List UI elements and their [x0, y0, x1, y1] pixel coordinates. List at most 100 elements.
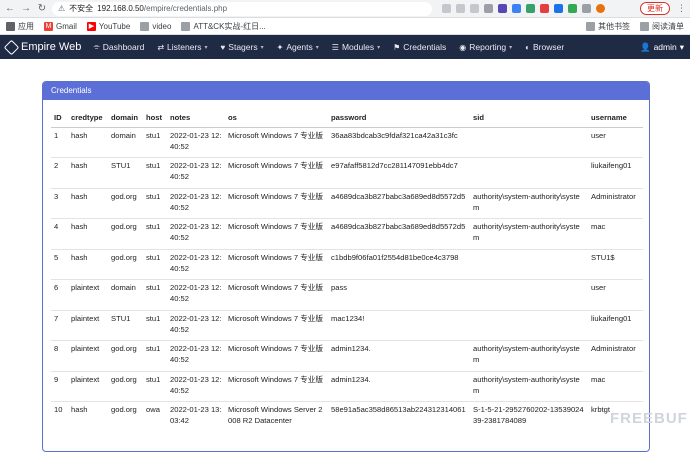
nav-dashboard[interactable]: ⌯ Dashboard [93, 42, 144, 52]
user-name: admin [653, 42, 677, 52]
back-icon[interactable]: ← [4, 3, 16, 15]
bookmark-other[interactable]: 其他书签 [586, 21, 630, 32]
cell-host: owa [143, 401, 167, 432]
folder-icon [181, 21, 191, 31]
extension-icon[interactable] [568, 4, 577, 13]
cell-password: mac1234! [328, 309, 470, 341]
forward-icon[interactable]: → [20, 3, 32, 15]
nav-agents[interactable]: ✦ Agents ▾ [277, 42, 319, 52]
cell-os: Microsoft Windows 7 专业版 [228, 130, 323, 140]
nav-credentials[interactable]: ⚑ Credentials [393, 42, 446, 52]
cell-id: 1 [54, 130, 59, 140]
user-menu[interactable]: 👤 admin ▾ [640, 42, 684, 53]
avatar[interactable] [596, 4, 605, 13]
cell-notes: 2022-01-23 12:40:52 [167, 340, 225, 371]
cell-sid [470, 127, 588, 158]
cell-password: a4689dca3b827babc3a689ed8d5572d5 [328, 218, 470, 249]
browser-icon: ◐ [525, 42, 530, 52]
chevron-down-icon: ▾ [509, 44, 513, 51]
bookmark-attck[interactable]: ATT&CK实战-红日... [181, 21, 266, 32]
menu-icon[interactable]: ⋮ [677, 3, 686, 14]
cell-credtype: hash [68, 218, 108, 249]
credentials-panel: Credentials ID credtype domain host notes os p… [42, 81, 650, 452]
extension-icon[interactable] [554, 4, 563, 13]
cell-credtype: plaintext [68, 370, 108, 402]
nav-listeners[interactable]: ⇄ Listeners ▾ [157, 42, 207, 52]
table-row: 2 hash STU1 stu1 2022-01-23 12:40:52 Microsof… [51, 157, 643, 188]
cell-host: stu1 [143, 340, 167, 371]
cell-domain: god.org [108, 401, 143, 432]
column-header-host: host [143, 109, 167, 128]
cell-sid [470, 248, 588, 280]
cell-host: stu1 [143, 218, 167, 249]
cell-os: Microsoft Windows 7 专业版 [225, 370, 328, 402]
cell-host: stu1 [143, 370, 167, 402]
cell-os: Microsoft Windows 7 专业版 [225, 248, 328, 280]
warning-icon: ⚠ [58, 4, 66, 13]
extension-icon[interactable] [540, 4, 549, 13]
url-text: 192.168.0.50/empire/credentials.php [97, 4, 228, 13]
cell-notes: 2022-01-23 12:40:52 [167, 187, 225, 219]
bookmark-gmail[interactable]: M Gmail [44, 21, 77, 31]
extension-icon[interactable] [526, 4, 535, 13]
cell-credtype: plaintext [68, 309, 108, 341]
reporting-icon: ◉ [459, 42, 467, 52]
cell-notes: 2022-01-23 12:40:52 [167, 309, 225, 341]
address-bar[interactable]: ⚠ 不安全 192.168.0.50/empire/credentials.ph… [52, 1, 432, 16]
listeners-icon: ⇄ [157, 42, 165, 52]
extension-icon[interactable] [512, 4, 521, 13]
cell-username: liukaifeng01 [588, 309, 643, 341]
nav-stagers[interactable]: ♥ Stagers ▾ [221, 42, 264, 52]
reload-icon[interactable]: ↻ [36, 3, 48, 15]
cell-os: Microsoft Windows 7 专业版 [225, 187, 328, 219]
cell-host: stu1 [143, 157, 167, 188]
cell-sid: authority\system-authority\system [470, 187, 588, 219]
youtube-icon: ▶ [86, 21, 96, 31]
folder-icon [586, 21, 595, 31]
bookmark-youtube[interactable]: ▶ YouTube [86, 21, 130, 31]
cell-notes: 2022-01-23 12:40:52 [167, 218, 225, 249]
cell-username: mac [588, 370, 643, 402]
share-icon[interactable] [456, 4, 465, 13]
dashboard-icon: ⌯ [93, 42, 100, 51]
cell-notes: 2022-01-23 12:40:52 [167, 370, 225, 402]
cell-username: user [588, 279, 643, 310]
table-row: 8 plaintext god.org stu1 2022-01-23 12:40:52… [51, 340, 643, 371]
cell-username: liukaifeng01 [588, 157, 643, 188]
column-header-notes: notes [167, 109, 225, 128]
table-row: 6 plaintext domain stu1 2022-01-23 12:40:52 M… [51, 279, 643, 310]
bookmark-apps[interactable]: 应用 [6, 21, 34, 32]
extension-icon[interactable] [498, 4, 507, 13]
reading-list[interactable]: 阅读清单 [640, 21, 684, 32]
cell-username: Administrator [588, 340, 643, 371]
cell-credtype: plaintext [68, 279, 108, 310]
bookmark-video[interactable]: video [140, 21, 171, 31]
nav-reporting[interactable]: ◉ Reporting ▾ [459, 42, 512, 52]
nav-browser[interactable]: ◐ Browser [525, 42, 564, 52]
reading-list-icon [640, 21, 649, 31]
cell-password: e97afaff5812d7cc281147091ebb4dc7 [328, 157, 470, 188]
bookmarks-bar: 应用 M Gmail ▶ YouTube video ATT&CK实战-红日... … [0, 18, 690, 35]
credentials-table: ID credtype domain host notes os password sid us… [51, 109, 643, 432]
extension-icon[interactable] [484, 4, 493, 13]
cell-credtype: hash [68, 248, 108, 280]
empire-logo-icon [3, 39, 20, 55]
brand[interactable]: Empire Web [3, 39, 81, 55]
cell-sid: authority\system-authority\system [470, 370, 588, 402]
cell-sid: authority\system-authority\system [470, 218, 588, 249]
cell-credtype: hash [68, 401, 108, 432]
update-button[interactable]: 更新 [640, 2, 670, 15]
star-icon[interactable] [470, 4, 479, 13]
nav-modules[interactable]: ☰ Modules ▾ [332, 42, 380, 52]
cell-os: Microsoft Windows Server 2008 R2 Datacen… [225, 401, 328, 432]
column-header-os: os [225, 109, 328, 128]
puzzle-icon[interactable] [582, 4, 591, 13]
cell-credtype: plaintext [68, 340, 108, 371]
cell-password: admin1234. [328, 370, 470, 402]
table-row: 10 hash god.org owa 2022-01-23 13:03:42 Micro… [51, 401, 643, 432]
table-row: 3 hash god.org stu1 2022-01-23 12:40:52 Micro… [51, 187, 643, 219]
cell-sid: S-1-5-21-2952760202-1353902439-238178408… [470, 401, 588, 432]
chevron-down-icon: ▾ [679, 41, 684, 52]
column-header-credtype: credtype [68, 109, 108, 128]
translate-icon[interactable] [442, 4, 451, 13]
